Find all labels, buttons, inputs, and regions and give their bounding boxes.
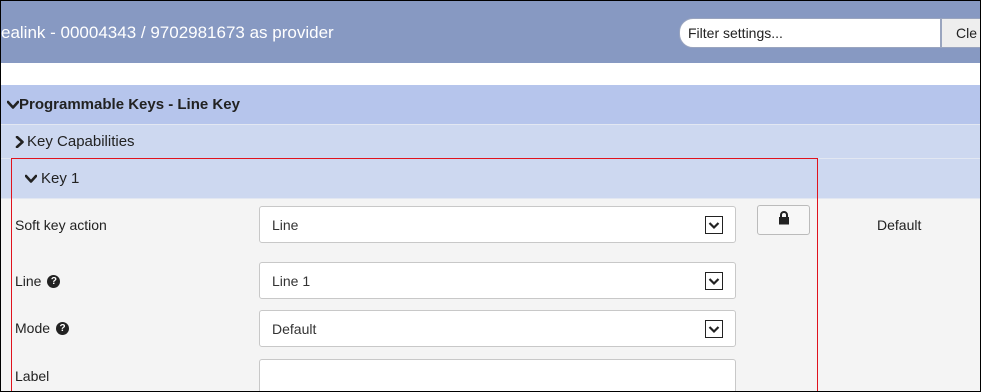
help-icon[interactable]: ? (56, 321, 70, 335)
spacer (1, 63, 980, 85)
soft-key-action-select[interactable]: Line (259, 206, 736, 243)
filter-settings-input[interactable] (679, 18, 941, 48)
row-soft-key-action: Soft key action Line Default (1, 199, 980, 253)
selected-value: Default (272, 320, 317, 337)
lock-button[interactable] (757, 205, 810, 235)
window-title: ealink - 00004343 / 9702981673 as provid… (1, 23, 334, 42)
section-title: Programmable Keys - Line Key (19, 96, 240, 113)
dropdown-arrow-icon (705, 320, 723, 338)
lock-icon (778, 210, 790, 230)
settings-window: ealink - 00004343 / 9702981673 as provid… (0, 0, 981, 392)
chevron-down-icon (25, 159, 37, 198)
line-select[interactable]: Line 1 (259, 262, 736, 299)
label-input[interactable] (259, 359, 736, 391)
field-label: Mode ? (15, 320, 70, 336)
help-icon[interactable]: ? (47, 274, 61, 288)
section-programmable-keys[interactable]: Programmable Keys - Line Key (1, 85, 980, 125)
field-label: Line ? (15, 273, 61, 289)
chevron-down-icon (7, 85, 19, 124)
section-key-1[interactable]: Key 1 (1, 159, 980, 199)
section-title: Key Capabilities (27, 133, 135, 150)
mode-select[interactable]: Default (259, 310, 736, 347)
selected-value: Line (272, 216, 299, 233)
dropdown-arrow-icon (705, 216, 723, 234)
clear-button[interactable]: Cle (941, 18, 980, 48)
field-label: Soft key action (15, 217, 107, 233)
row-label: Label (1, 355, 980, 391)
chevron-right-icon (15, 125, 25, 158)
dropdown-arrow-icon (705, 272, 723, 290)
title-bar: ealink - 00004343 / 9702981673 as provid… (1, 1, 980, 63)
field-label: Label (15, 368, 50, 384)
row-line: Line ? Line 1 (1, 253, 980, 307)
section-key-capabilities[interactable]: Key Capabilities (1, 125, 980, 159)
status-default: Default (877, 217, 922, 233)
selected-value: Line 1 (272, 272, 311, 289)
section-title: Key 1 (41, 170, 80, 187)
row-mode: Mode ? Default (1, 307, 980, 355)
